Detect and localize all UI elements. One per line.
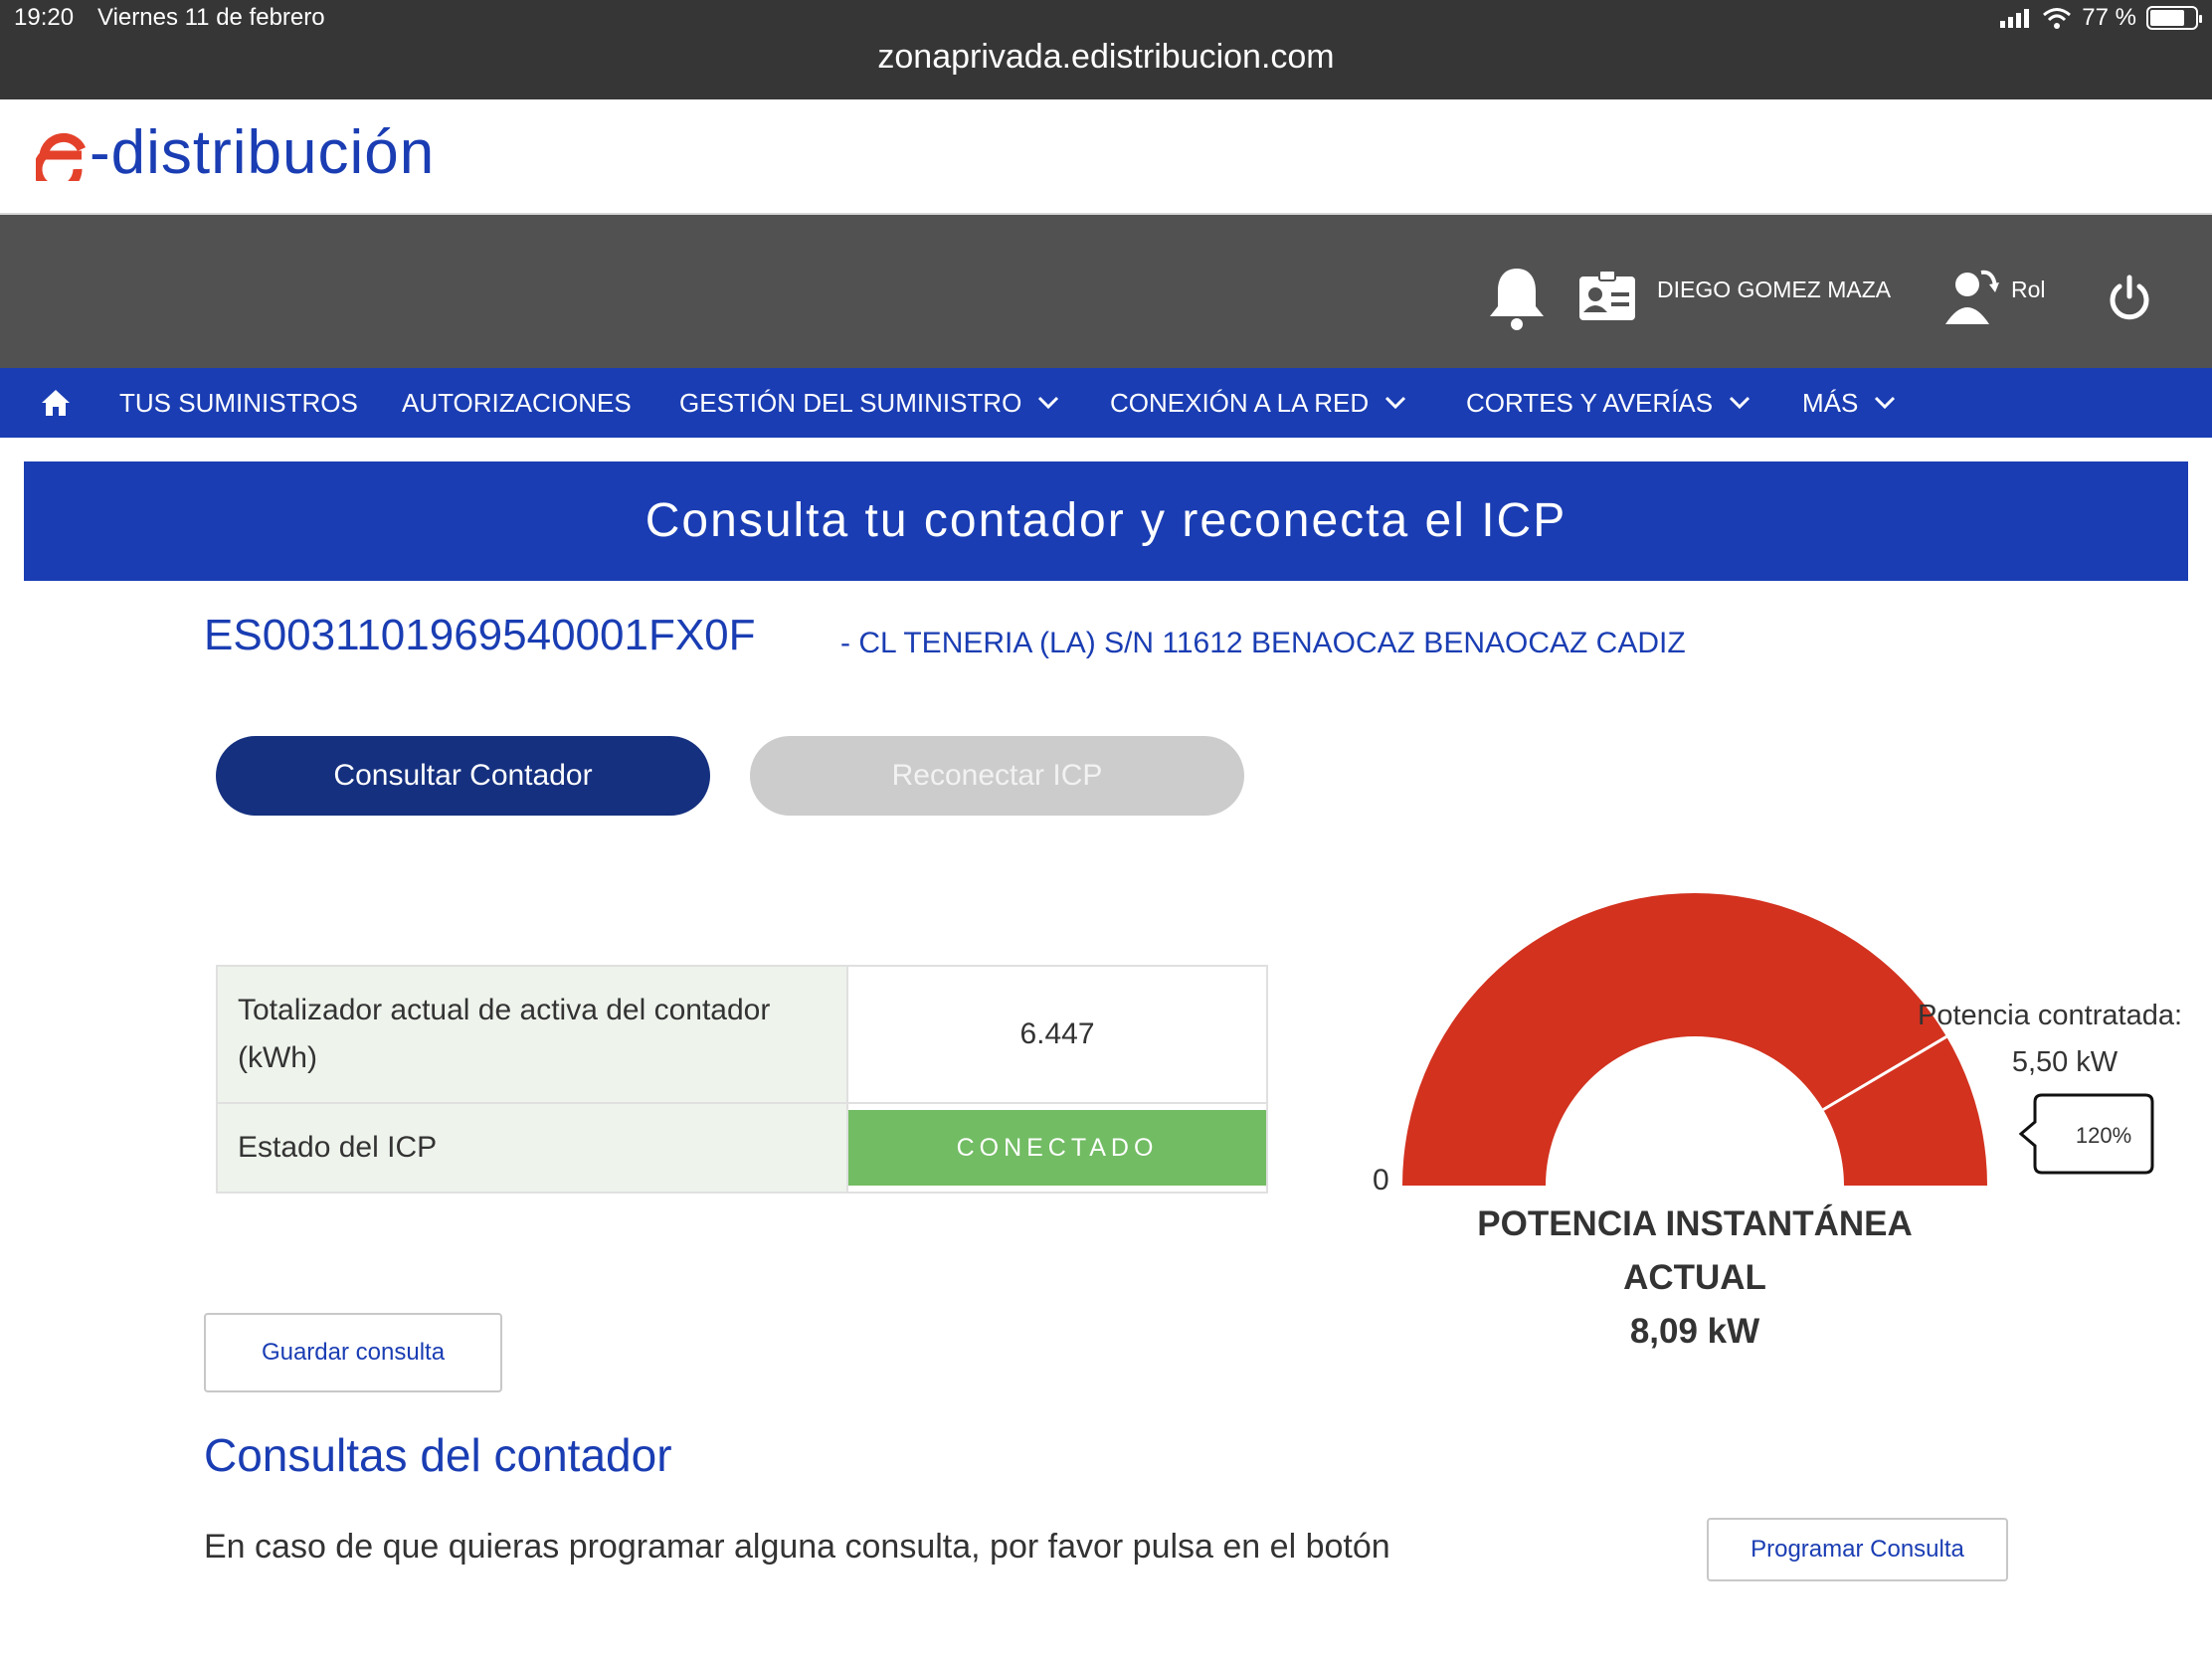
wifi-icon	[2043, 8, 2072, 29]
nav-label: TUS SUMINISTROS	[119, 387, 358, 418]
nav-conexion-red[interactable]: CONEXIÓN A LA RED	[1110, 368, 1406, 438]
home-icon[interactable]	[40, 388, 72, 418]
meter-reading-table: Totalizador actual de activa del contado…	[216, 965, 1268, 1194]
icp-state-badge: CONECTADO	[848, 1110, 1266, 1186]
contracted-power-label: Potencia contratada:	[1918, 1000, 2182, 1031]
logo-wordmark: -distribución	[90, 118, 436, 187]
switch-role-icon[interactable]	[1941, 263, 2001, 326]
battery-percent: 77 %	[2082, 4, 2136, 31]
main-nav: TUS SUMINISTROS AUTORIZACIONES GESTIÓN D…	[0, 368, 2212, 438]
chevron-down-icon	[1875, 396, 1896, 410]
power-gauge: 0 Potencia contratada: 5,50 kW 120% POTE…	[1373, 893, 2182, 1351]
gauge-fill	[1402, 893, 1987, 1186]
nav-label: AUTORIZACIONES	[402, 387, 632, 418]
bell-icon[interactable]	[1486, 265, 1548, 330]
header-logo-bar: -distribución	[0, 99, 2212, 215]
gauge-title-line2: ACTUAL	[1623, 1258, 1766, 1297]
nav-tus-suministros[interactable]: TUS SUMINISTROS	[119, 368, 358, 438]
totalizer-label: Totalizador actual de activa del contado…	[216, 965, 848, 1104]
cellular-signal-icon	[2000, 9, 2030, 28]
rol-label[interactable]: Rol	[2011, 276, 2046, 303]
status-indicators: 77 %	[2000, 4, 2202, 32]
reconnect-icp-button[interactable]: Reconectar ICP	[750, 736, 1244, 816]
percent-tooltip-text: 120%	[2076, 1123, 2131, 1148]
nav-gestion-suministro[interactable]: GESTIÓN DEL SUMINISTRO	[679, 368, 1059, 438]
gauge-current-value: 8,09 kW	[1630, 1312, 1759, 1351]
program-query-button[interactable]: Programar Consulta	[1707, 1518, 2008, 1581]
table-row: Estado del ICP CONECTADO	[216, 1102, 1268, 1194]
supply-address: - CL TENERIA (LA) S/N 11612 BENAOCAZ BEN…	[840, 627, 1686, 659]
icp-state-label: Estado del ICP	[216, 1102, 848, 1194]
nav-label: CORTES Y AVERÍAS	[1466, 387, 1714, 418]
contracted-power-value: 5,50 kW	[2012, 1046, 2119, 1078]
save-query-button[interactable]: Guardar consulta	[204, 1313, 502, 1392]
chevron-down-icon	[1038, 396, 1059, 410]
chevron-down-icon	[1730, 396, 1751, 410]
section-description: En caso de que quieras programar alguna …	[204, 1528, 1390, 1566]
chevron-down-icon	[1385, 396, 1406, 410]
nav-cortes-averias[interactable]: CORTES Y AVERÍAS	[1466, 368, 1751, 438]
cups-code: ES0031101969540001FX0F	[204, 611, 756, 659]
icp-state-cell: CONECTADO	[846, 1102, 1268, 1194]
nav-label: CONEXIÓN A LA RED	[1110, 387, 1370, 418]
clock: 19:20	[14, 4, 75, 31]
nav-label: MÁS	[1802, 387, 1859, 418]
profile-card-icon[interactable]	[1577, 269, 1637, 322]
table-row: Totalizador actual de activa del contado…	[216, 965, 1268, 1104]
nav-label: GESTIÓN DEL SUMINISTRO	[679, 387, 1022, 418]
date: Viernes 11 de febrero	[97, 4, 325, 31]
nav-mas[interactable]: MÁS	[1802, 368, 1896, 438]
logo-e-icon	[36, 132, 87, 181]
consult-meter-button[interactable]: Consultar Contador	[216, 736, 710, 816]
user-name[interactable]: DIEGO GOMEZ MAZA	[1657, 276, 1891, 303]
browser-status-bar: 19:20 Viernes 11 de febrero 77 % zonapri…	[0, 0, 2212, 99]
section-title: Consultas del contador	[204, 1429, 672, 1481]
power-icon[interactable]	[2107, 275, 2152, 322]
gauge-zero-label: 0	[1373, 1164, 1389, 1197]
totalizer-value: 6.447	[846, 965, 1268, 1104]
user-bar: DIEGO GOMEZ MAZA Rol	[0, 215, 2212, 368]
url-bar[interactable]: zonaprivada.edistribucion.com	[0, 38, 2212, 77]
page-title-banner: Consulta tu contador y reconecta el ICP	[24, 461, 2188, 581]
gauge-title-line1: POTENCIA INSTANTÁNEA	[1477, 1203, 1913, 1243]
edistribucion-logo[interactable]: -distribución	[36, 117, 435, 188]
battery-icon	[2146, 6, 2202, 30]
nav-autorizaciones[interactable]: AUTORIZACIONES	[402, 368, 632, 438]
